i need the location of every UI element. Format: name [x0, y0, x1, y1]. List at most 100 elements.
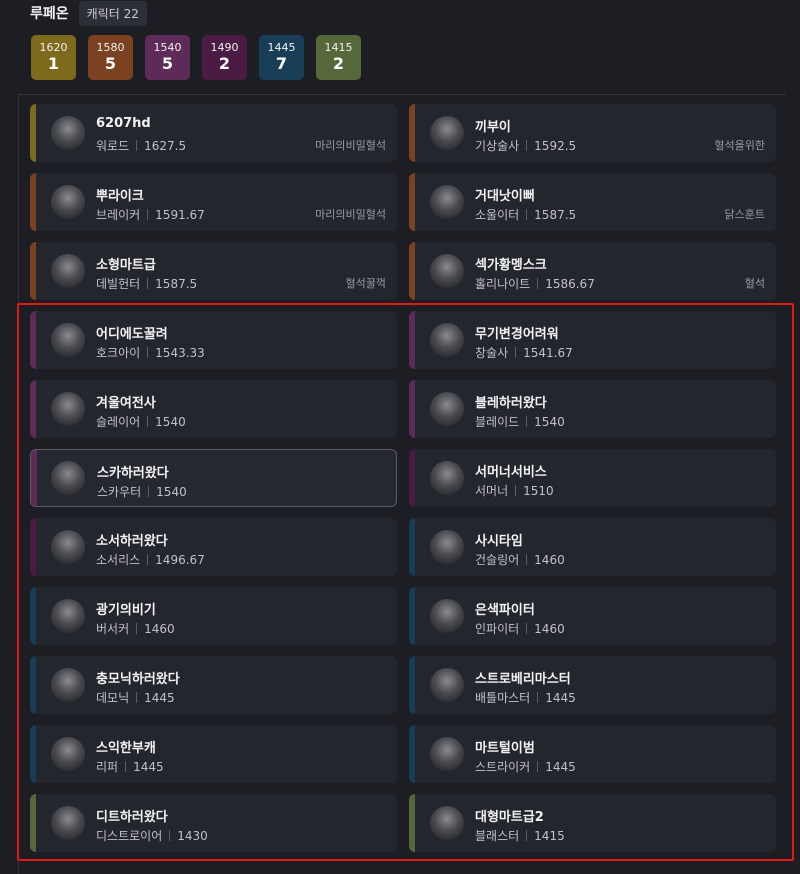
character-item-level: 1460: [534, 552, 565, 567]
character-item-level: 1445: [144, 690, 175, 705]
character-card[interactable]: 스카하러왔다 스카우터 1540: [30, 449, 397, 507]
tier-color-stripe: [409, 173, 415, 231]
character-guild: 혈석: [744, 277, 765, 290]
character-name: 스익한부캐: [96, 741, 156, 756]
tier-badge-1415[interactable]: 1415 2: [316, 35, 361, 80]
character-name: 무기변경어려워: [475, 327, 559, 342]
character-avatar: [51, 323, 85, 357]
character-card[interactable]: 소서하러왔다 소서리스 1496.67: [30, 518, 397, 576]
character-item-level: 1445: [133, 759, 164, 774]
character-avatar: [51, 530, 85, 564]
tier-count: 7: [275, 54, 288, 73]
character-avatar: [430, 254, 464, 288]
tier-count: 5: [161, 54, 174, 73]
character-name: 은색파이터: [475, 603, 535, 618]
character-name: 충모닉하러왔다: [96, 672, 180, 687]
character-card[interactable]: 끼부이 기상술사 1592.5 혈석을위한: [409, 104, 776, 162]
tier-count: 1: [47, 54, 60, 73]
character-card[interactable]: 충모닉하러왔다데모닉 1445: [30, 656, 397, 714]
character-class: 리퍼: [96, 760, 119, 774]
character-meta: 데빌헌터 1587.5: [96, 275, 197, 292]
character-card[interactable]: 무기변경어려워 창술사 1541.67: [409, 311, 776, 369]
tier-level: 1490: [210, 41, 239, 54]
tier-color-stripe: [31, 450, 37, 506]
character-card[interactable]: 마트털이범 스트라이커 1445: [409, 725, 776, 783]
character-card[interactable]: 디트하러왔다 디스트로이어 1430: [30, 794, 397, 852]
character-card[interactable]: 겨울여전사 슬레이어 1540: [30, 380, 397, 438]
character-item-level: 1445: [545, 759, 576, 774]
character-class: 데빌헌터: [96, 277, 141, 291]
character-class: 스트라이커: [475, 760, 531, 774]
meta-separator: [136, 692, 138, 703]
meta-separator: [526, 416, 528, 427]
character-card[interactable]: 소형마트급데빌헌터 1587.5 혈석꿀꺽: [30, 242, 397, 300]
character-item-level: 1541.67: [523, 345, 573, 360]
character-meta: 디스트로이어 1430: [96, 827, 208, 844]
character-card[interactable]: 6207hd 워로드 1627.5 마리의비밀혈석: [30, 104, 397, 162]
meta-separator: [147, 278, 149, 289]
character-card[interactable]: 어디에도꿀려 호크아이 1543.33: [30, 311, 397, 369]
character-avatar: [430, 599, 464, 633]
character-meta: 버서커 1460: [96, 620, 175, 637]
character-class: 기상술사: [475, 139, 520, 153]
character-avatar: [51, 254, 85, 288]
header-divider: [18, 94, 786, 95]
character-card[interactable]: 광기의비기 버서커 1460: [30, 587, 397, 645]
character-count-badge: 캐릭터 22: [78, 0, 147, 26]
tier-color-stripe: [30, 725, 36, 783]
character-avatar: [51, 599, 85, 633]
character-name: 사시타임: [475, 534, 523, 549]
meta-separator: [526, 209, 528, 220]
meta-separator: [125, 761, 127, 772]
character-class: 브레이커: [96, 208, 141, 222]
tier-color-stripe: [30, 311, 36, 369]
tier-badge-1580[interactable]: 1580 5: [88, 35, 133, 80]
character-card[interactable]: 스익한부캐리퍼 1445: [30, 725, 397, 783]
character-card[interactable]: 섹가황멩스크 홀리나이트 1586.67 혈석: [409, 242, 776, 300]
character-card[interactable]: 스트로베리마스터 배틀마스터 1445: [409, 656, 776, 714]
character-card[interactable]: 서머너서비스 서머너 1510: [409, 449, 776, 507]
character-card[interactable]: 거대낫이뻐 소울이터 1587.5 닭스훈트: [409, 173, 776, 231]
tier-badge-1445[interactable]: 1445 7: [259, 35, 304, 80]
meta-separator: [136, 623, 138, 634]
tier-badge-1620[interactable]: 1620 1: [31, 35, 76, 80]
meta-separator: [147, 416, 149, 427]
character-meta: 스카우터 1540: [97, 483, 187, 500]
character-avatar: [430, 323, 464, 357]
character-name: 소형마트급: [96, 258, 156, 273]
left-border: [18, 94, 19, 874]
tier-color-stripe: [30, 518, 36, 576]
meta-separator: [136, 140, 138, 151]
character-card[interactable]: 사시타임건슬링어 1460: [409, 518, 776, 576]
meta-separator: [148, 486, 150, 497]
character-item-level: 1415: [534, 828, 565, 843]
tier-color-stripe: [409, 104, 415, 162]
character-class: 데모닉: [96, 691, 130, 705]
tier-badge-1540[interactable]: 1540 5: [145, 35, 190, 80]
character-guild: 혈석꿀꺽: [345, 277, 386, 290]
character-card[interactable]: 뿌라이크 브레이커 1591.67 마리의비밀혈석: [30, 173, 397, 231]
character-card[interactable]: 은색파이터 인파이터 1460: [409, 587, 776, 645]
character-meta: 소서리스 1496.67: [96, 551, 205, 568]
character-item-level: 1587.5: [155, 276, 198, 291]
tier-badge-1490[interactable]: 1490 2: [202, 35, 247, 80]
character-meta: 기상술사 1592.5: [475, 137, 576, 154]
tier-color-stripe: [30, 380, 36, 438]
tier-count: 2: [332, 54, 345, 73]
character-card[interactable]: 대형마트급2 블래스터 1415: [409, 794, 776, 852]
character-class: 워로드: [96, 139, 130, 153]
meta-separator: [147, 209, 149, 220]
character-avatar: [430, 806, 464, 840]
character-item-level: 1460: [534, 621, 565, 636]
tier-color-stripe: [30, 242, 36, 300]
meta-separator: [526, 623, 528, 634]
tier-color-stripe: [409, 587, 415, 645]
character-avatar: [430, 185, 464, 219]
character-class: 건슬링어: [475, 553, 520, 567]
tier-color-stripe: [409, 311, 415, 369]
character-card[interactable]: 블레하러왔다 블레이드 1540: [409, 380, 776, 438]
character-avatar: [51, 116, 85, 150]
character-class: 스카우터: [97, 485, 142, 499]
tier-level: 1445: [267, 41, 296, 54]
character-class: 배틀마스터: [475, 691, 531, 705]
